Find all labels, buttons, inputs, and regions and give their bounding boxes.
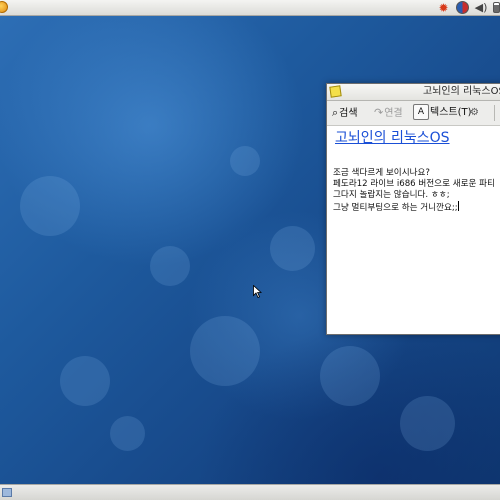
volume-icon[interactable]: ◀): [474, 1, 488, 15]
note-body[interactable]: 조금 색다르게 보이시나요? 페도라12 라이브 i686 버전으로 새로운 파…: [333, 168, 500, 214]
note-line: 그냥 멀티부팅으로 하는 거니깐요;;: [333, 201, 500, 214]
links-button-label: 연결: [384, 108, 403, 119]
search-button-label: 검색: [339, 108, 358, 119]
top-panel: ✹ ◀): [0, 0, 500, 16]
text-menu-label: 텍스트(T): [430, 107, 472, 118]
bokeh-decoration: [190, 316, 260, 386]
text-menu-button[interactable]: A 텍스트(T): [413, 104, 472, 122]
show-desktop-icon[interactable]: [2, 488, 12, 497]
bokeh-decoration: [320, 346, 380, 406]
link-arrow-icon: ↷: [374, 106, 384, 119]
font-icon: A: [413, 104, 429, 120]
window-title: 고뇌인의 리눅스OS: [423, 86, 500, 97]
search-button[interactable]: ⌕검색: [332, 104, 358, 122]
binoculars-icon: ⌕: [332, 106, 339, 119]
note-line-text: 그냥 멀티부팅으로 하는 거니깐요;;: [333, 203, 458, 213]
note-line: 조금 색다르게 보이시나요?: [333, 168, 430, 178]
toolbar-divider: [494, 105, 495, 121]
bokeh-decoration: [230, 146, 260, 176]
bokeh-decoration: [110, 416, 145, 451]
note-toolbar: ⌕검색 ↷연결 A 텍스트(T) ⚙: [327, 101, 500, 126]
bottom-panel: [0, 484, 500, 500]
links-button[interactable]: ↷연결: [374, 104, 403, 122]
screen: ✹ ◀) 고뇌인의 리눅스OS ⌕검색 ↷연결 A 텍스트(T) ⚙ 고뇌인의 …: [0, 0, 500, 500]
note-title[interactable]: 고뇌인의 리눅스OS: [335, 127, 450, 147]
bokeh-decoration: [20, 176, 80, 236]
battery-icon[interactable]: [493, 2, 500, 13]
text-caret: [457, 201, 459, 211]
window-titlebar[interactable]: 고뇌인의 리눅스OS: [327, 84, 500, 101]
bokeh-decoration: [60, 356, 110, 406]
mouse-pointer-icon: [253, 285, 262, 298]
note-line: 페도라12 라이브 i686 버전으로 새로운 파티: [333, 179, 495, 189]
bokeh-decoration: [150, 246, 190, 286]
note-window[interactable]: 고뇌인의 리눅스OS ⌕검색 ↷연결 A 텍스트(T) ⚙ 고뇌인의 리눅스OS …: [326, 83, 500, 335]
note-icon: [329, 85, 342, 98]
distro-logo-icon[interactable]: [0, 1, 8, 13]
note-line: 그다지 놀랍지는 않습니다. ㅎㅎ;: [333, 190, 450, 200]
gears-icon[interactable]: ⚙: [470, 104, 479, 122]
bokeh-decoration: [400, 396, 455, 451]
bokeh-decoration: [270, 226, 315, 271]
alert-icon[interactable]: ✹: [437, 1, 450, 15]
input-method-icon[interactable]: [456, 1, 469, 14]
